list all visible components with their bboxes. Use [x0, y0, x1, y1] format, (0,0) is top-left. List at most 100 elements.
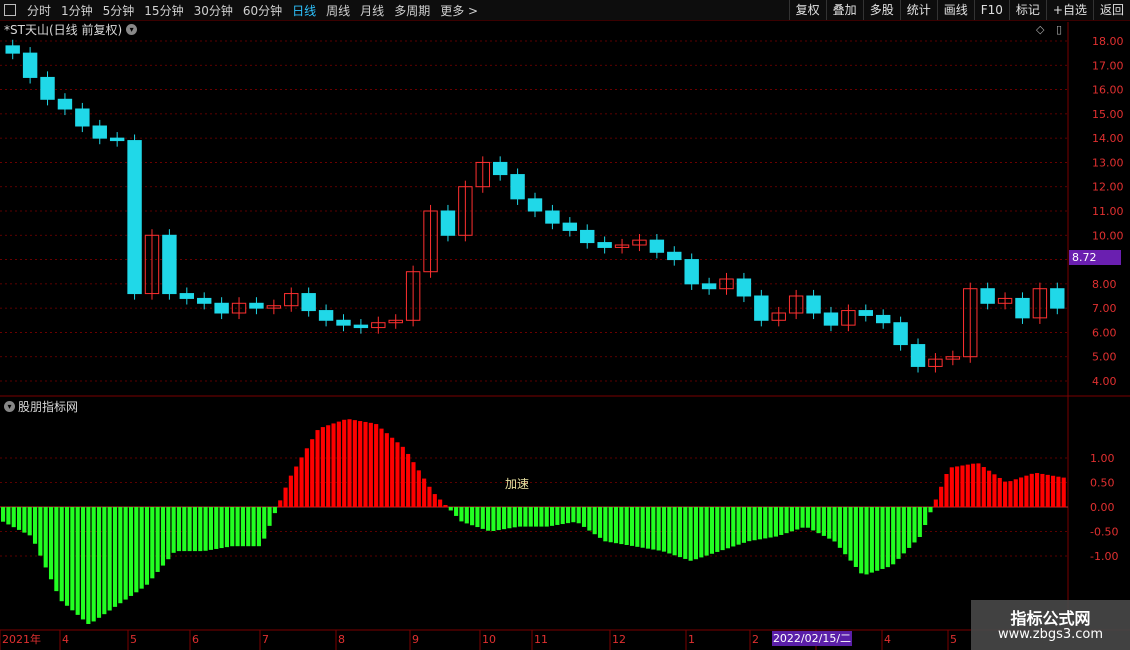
indicator-bar: [544, 507, 549, 527]
price-tick-label: 18.00: [1092, 35, 1124, 48]
indicator-bar: [539, 507, 544, 527]
indicator-bar: [230, 507, 235, 547]
indicator-bar: [848, 507, 853, 561]
indicator-bar: [448, 507, 453, 511]
indicator-bar: [779, 507, 784, 535]
candle-body: [1050, 288, 1065, 309]
indicator-bar: [144, 507, 150, 585]
indicator-bar: [1040, 473, 1045, 507]
indicator-bar: [363, 421, 368, 507]
indicator-bar: [246, 507, 251, 547]
indicator-bar: [827, 507, 832, 539]
indicator-bar: [192, 507, 198, 552]
candle-body: [92, 125, 107, 139]
indicator-bar: [390, 437, 395, 507]
indicator-bar: [789, 507, 794, 532]
indicator-bar: [651, 507, 656, 550]
indicator-bar: [75, 507, 80, 615]
candle-body: [545, 210, 560, 224]
indicator-bar: [16, 507, 22, 530]
indicator-title: ▾ 股朋指标网: [4, 398, 78, 415]
indicator-bar: [997, 477, 1002, 507]
indicator-bar: [821, 507, 826, 536]
indicator-bar: [971, 463, 976, 507]
xaxis-label: 5: [950, 633, 957, 646]
xaxis-label: 4: [884, 633, 891, 646]
indicator-bar: [256, 507, 261, 547]
indicator-bar: [571, 507, 576, 523]
indicator-bar: [283, 487, 288, 507]
indicator-tick-label: 0.00: [1090, 501, 1115, 514]
indicator-bar: [640, 507, 645, 548]
xaxis-label: 10: [482, 633, 496, 646]
candle-body: [597, 242, 612, 248]
xaxis-label: 5: [130, 633, 137, 646]
chevron-down-icon[interactable]: ▾: [4, 401, 15, 412]
indicator-bar: [661, 507, 667, 552]
candle-body: [179, 293, 195, 299]
indicator-bar: [955, 466, 960, 507]
price-tick-label: 14.00: [1092, 132, 1124, 145]
indicator-bar: [123, 507, 128, 600]
indicator-bar: [709, 507, 715, 554]
indicator-bar: [219, 507, 224, 549]
indicator-bar: [853, 507, 858, 567]
indicator-bar: [422, 478, 427, 507]
indicator-bar: [374, 424, 379, 507]
indicator-bar: [757, 507, 762, 540]
indicator-bar: [715, 507, 720, 552]
candle-body: [510, 174, 525, 200]
price-tick-label: 10.00: [1092, 229, 1124, 242]
indicator-bar: [107, 507, 112, 611]
indicator-bar: [901, 507, 906, 554]
candle-body: [353, 324, 369, 329]
indicator-bar: [262, 507, 267, 539]
indicator-bar: [624, 507, 629, 545]
indicator-bar: [384, 433, 389, 507]
indicator-bar: [400, 446, 405, 507]
xaxis-label: 9: [412, 633, 419, 646]
price-tick-label: 15.00: [1092, 108, 1124, 121]
candle-body: [214, 302, 229, 314]
indicator-bar: [32, 507, 38, 544]
indicator-bar: [459, 507, 464, 522]
indicator-bar: [549, 507, 555, 526]
indicator-bar: [912, 507, 917, 543]
indicator-bar: [512, 507, 517, 528]
xaxis-label: 11: [534, 633, 548, 646]
indicator-bar: [475, 507, 480, 528]
indicator-bar: [304, 448, 309, 507]
indicator-bar: [667, 507, 672, 554]
indicator-bar: [102, 507, 107, 615]
indicator-bar: [112, 507, 118, 607]
indicator-bar: [645, 507, 651, 549]
xaxis-label: 6: [192, 633, 199, 646]
indicator-bar: [224, 507, 229, 548]
candle-body: [754, 295, 769, 321]
xaxis-label: 2021年: [2, 632, 41, 646]
indicator-bar: [565, 507, 571, 524]
candle-body: [109, 137, 125, 142]
indicator-bar: [54, 507, 59, 592]
indicator-bar: [496, 507, 501, 531]
indicator-bar: [267, 507, 272, 526]
candle-body: [649, 239, 665, 253]
indicator-bar: [773, 507, 778, 537]
indicator-bar: [677, 507, 683, 558]
indicator-bar: [864, 507, 869, 575]
price-tick-label: 13.00: [1092, 156, 1124, 169]
candle-body: [197, 297, 212, 304]
indicator-bar: [171, 507, 176, 553]
price-tick-label: 12.00: [1092, 181, 1124, 194]
candle-body: [823, 312, 839, 326]
candle-body: [40, 76, 55, 100]
kline-chart[interactable]: 18.0017.0016.0015.0014.0013.0012.0011.00…: [0, 0, 1130, 650]
price-tick-label: 4.00: [1092, 375, 1117, 388]
candle-body: [527, 198, 543, 212]
indicator-bar: [720, 507, 725, 551]
indicator-bar: [278, 500, 283, 507]
indicator-bar: [752, 507, 757, 541]
indicator-overlay-text: 加速: [505, 477, 530, 491]
indicator-bar: [555, 507, 560, 525]
indicator-bar: [976, 463, 981, 507]
